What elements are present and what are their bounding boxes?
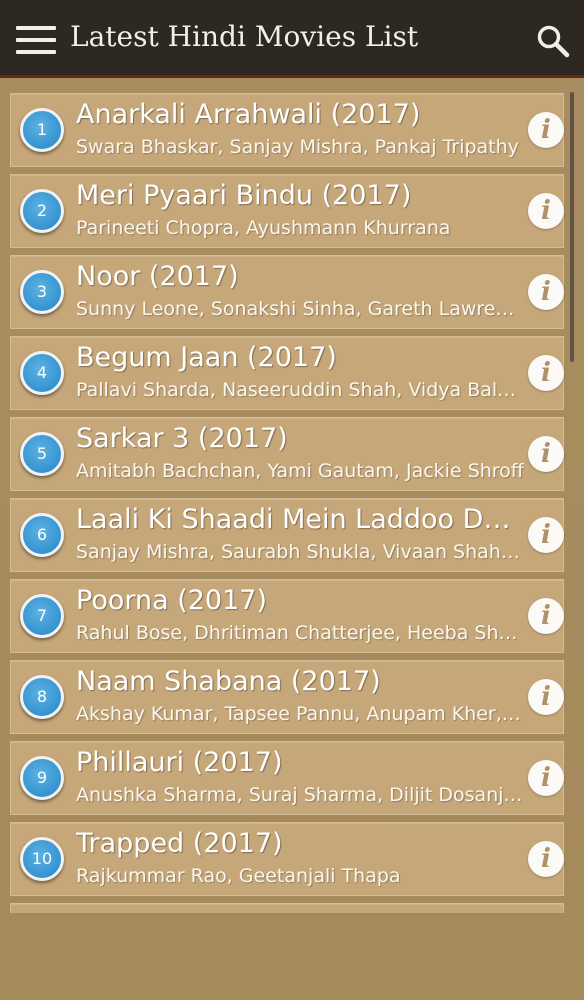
movie-list-item[interactable]: 3 Noor (2017) Sunny Leone, Sonakshi Sinha,… [10,255,564,329]
info-icon[interactable]: i [528,193,564,229]
movie-list-item[interactable]: 4 Begum Jaan (2017) Pallavi Sharda, Naseer… [10,336,564,410]
info-icon[interactable]: i [528,355,564,391]
rank-badge: 3 [20,270,64,314]
movie-title: Anarkali Arrahwali (2017) [76,99,421,130]
rank-badge: 9 [20,756,64,800]
movie-cast: Rahul Bose, Dhritiman Chatterjee, Heeba … [76,622,524,644]
info-icon[interactable]: i [528,274,564,310]
movie-title: Sarkar 3 (2017) [76,423,288,454]
movie-list-item-partial[interactable] [10,903,564,913]
app-bar: Latest Hindi Movies List [0,0,584,78]
movie-list-item[interactable]: 2 Meri Pyaari Bindu (2017) Parineeti Chopr… [10,174,564,248]
movie-list-item[interactable]: 5 Sarkar 3 (2017) Amitabh Bachchan, Yami G… [10,417,564,491]
movie-cast: Amitabh Bachchan, Yami Gautam, Jackie Sh… [76,460,524,482]
movie-title: Phillauri (2017) [76,747,283,778]
movie-cast: Rajkummar Rao, Geetanjali Thapa [76,865,401,887]
rank-badge: 7 [20,594,64,638]
info-icon[interactable]: i [528,517,564,553]
info-icon[interactable]: i [528,598,564,634]
movie-cast: Sunny Leone, Sonakshi Sinha, Gareth Lawr… [76,298,524,320]
movie-list-item[interactable]: 10 Trapped (2017) Rajkummar Rao, Geetanjal… [10,822,564,896]
movie-list-item[interactable]: 1 Anarkali Arrahwali (2017) Swara Bhaskar,… [10,93,564,167]
scrollbar-thumb[interactable] [570,92,574,362]
movie-list-item[interactable]: 8 Naam Shabana (2017) Akshay Kumar, Tapsee… [10,660,564,734]
movie-cast: Anushka Sharma, Suraj Sharma, Diljit Dos… [76,784,524,806]
rank-badge: 1 [20,108,64,152]
info-icon[interactable]: i [528,841,564,877]
movie-list-item[interactable]: 9 Phillauri (2017) Anushka Sharma, Suraj S… [10,741,564,815]
movie-cast: Akshay Kumar, Tapsee Pannu, Anupam Kher,… [76,703,524,725]
rank-badge: 2 [20,189,64,233]
info-icon[interactable]: i [528,760,564,796]
rank-badge: 5 [20,432,64,476]
rank-badge: 4 [20,351,64,395]
movie-title: Laali Ki Shaadi Mein Laddoo Deewana (201… [76,504,524,535]
info-icon[interactable]: i [528,436,564,472]
movie-title: Noor (2017) [76,261,239,292]
search-icon[interactable] [536,24,570,58]
info-icon[interactable]: i [528,679,564,715]
movie-title: Trapped (2017) [76,828,283,859]
rank-badge: 10 [20,837,64,881]
rank-badge: 6 [20,513,64,557]
movie-title: Begum Jaan (2017) [76,342,337,373]
movie-title: Poorna (2017) [76,585,268,616]
info-icon[interactable]: i [528,112,564,148]
movie-cast: Pallavi Sharda, Naseeruddin Shah, Vidya … [76,379,524,401]
movie-title: Meri Pyaari Bindu (2017) [76,180,412,211]
movie-list-item[interactable]: 6 Laali Ki Shaadi Mein Laddoo Deewana (20… [10,498,564,572]
movie-list[interactable]: 1 Anarkali Arrahwali (2017) Swara Bhaskar,… [10,93,574,913]
rank-badge: 8 [20,675,64,719]
movie-cast: Sanjay Mishra, Saurabh Shukla, Vivaan Sh… [76,541,524,563]
movie-list-item[interactable]: 7 Poorna (2017) Rahul Bose, Dhritiman Chat… [10,579,564,653]
movie-cast: Parineeti Chopra, Ayushmann Khurrana [76,217,451,239]
app-title: Latest Hindi Movies List [70,20,419,53]
hamburger-menu-icon[interactable] [16,26,56,54]
movie-cast: Swara Bhaskar, Sanjay Mishra, Pankaj Tri… [76,136,519,158]
movie-title: Naam Shabana (2017) [76,666,381,697]
